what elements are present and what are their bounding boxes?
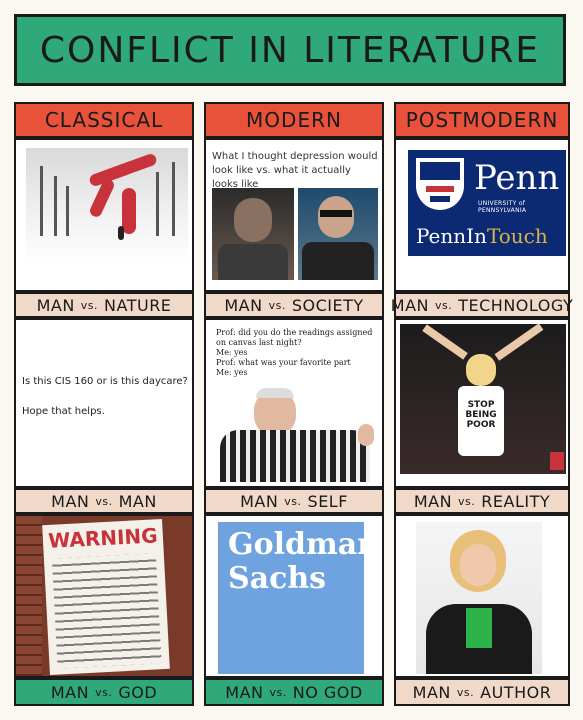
label-man-vs-reality: MAN vs. REALITY xyxy=(394,488,570,514)
penn-subtitle: UNIVERSITY of PENNSYLVANIA xyxy=(478,200,527,214)
label-man-vs-society: MAN vs. SOCIETY xyxy=(204,292,384,318)
panel-man-vs-man: Is this CIS 160 or is this daycare? Hope… xyxy=(14,318,194,488)
penn-name: Penn xyxy=(474,158,560,198)
happy-person-photo xyxy=(298,188,378,280)
label-man-vs-nature: MAN vs. NATURE xyxy=(14,292,194,318)
gs-line-2: Sachs xyxy=(228,561,327,596)
panel-self: Prof: did you do the readings assigned o… xyxy=(204,318,384,488)
panel-author xyxy=(394,514,570,678)
gs-line-1: Goldman xyxy=(228,527,379,562)
label-man-vs-self: MAN vs. SELF xyxy=(204,488,384,514)
column-header-classical: CLASSICAL xyxy=(14,102,194,138)
protest-sign-photo: WARNING xyxy=(16,516,192,676)
shirt-line-1: STOP xyxy=(467,400,495,410)
shirt-line-3: POOR xyxy=(466,420,496,430)
daycare-line-2: Hope that helps. xyxy=(22,406,105,417)
label-man-vs-god: MAN vs. GOD xyxy=(14,678,194,706)
prof-meme-text: Prof: did you do the readings assigned o… xyxy=(216,328,380,378)
penn-in-touch-b: Touch xyxy=(486,224,548,248)
prof-line-3: Prof: what was your favorite part xyxy=(216,358,351,367)
snow-scene-image xyxy=(26,148,188,264)
penn-in-touch: PennInTouch xyxy=(416,224,548,248)
label-man-vs-author: MAN vs. AUTHOR xyxy=(394,678,570,706)
label-man-vs-man: MAN vs. MAN xyxy=(14,488,194,514)
column-header-postmodern: POSTMODERN xyxy=(394,102,570,138)
panel-technology: Penn UNIVERSITY of PENNSYLVANIA PennInTo… xyxy=(394,138,570,292)
penn-shield-icon xyxy=(416,158,464,210)
prof-line-4: Me: yes xyxy=(216,368,248,377)
goldman-sachs-logo: Goldman Sachs xyxy=(218,522,379,674)
title-banner: CONFLICT IN LITERATURE xyxy=(14,14,566,86)
daycare-line-1: Is this CIS 160 or is this daycare? xyxy=(22,376,188,387)
label-man-vs-no-god: MAN vs. NO GOD xyxy=(204,678,384,706)
sad-person-photo xyxy=(212,188,294,280)
prof-line-2: Me: yes xyxy=(216,348,248,357)
stage-photo: STOP BEING POOR xyxy=(400,323,566,474)
column-header-modern: MODERN xyxy=(204,102,384,138)
depression-meme-caption: What I thought depression would look lik… xyxy=(212,151,378,190)
sign-heading: WARNING xyxy=(47,523,159,553)
prof-line-1: Prof: did you do the readings assigned o… xyxy=(216,328,373,347)
panel-society: What I thought depression would look lik… xyxy=(204,138,384,292)
penn-logo-image: Penn UNIVERSITY of PENNSYLVANIA PennInTo… xyxy=(408,150,566,256)
panel-no-god: Goldman Sachs xyxy=(204,514,384,678)
panel-reality: STOP BEING POOR xyxy=(394,318,570,488)
panel-nature xyxy=(14,138,194,292)
penn-in-touch-a: PennIn xyxy=(416,224,487,248)
label-man-vs-technology: MAN vs. TECHNOLOGY xyxy=(391,292,573,318)
shirt-line-2: BEING xyxy=(465,410,497,420)
author-photo xyxy=(416,522,542,674)
panel-god: WARNING xyxy=(14,514,194,678)
page-title: CONFLICT IN LITERATURE xyxy=(39,29,541,71)
old-man-photo xyxy=(216,386,382,482)
